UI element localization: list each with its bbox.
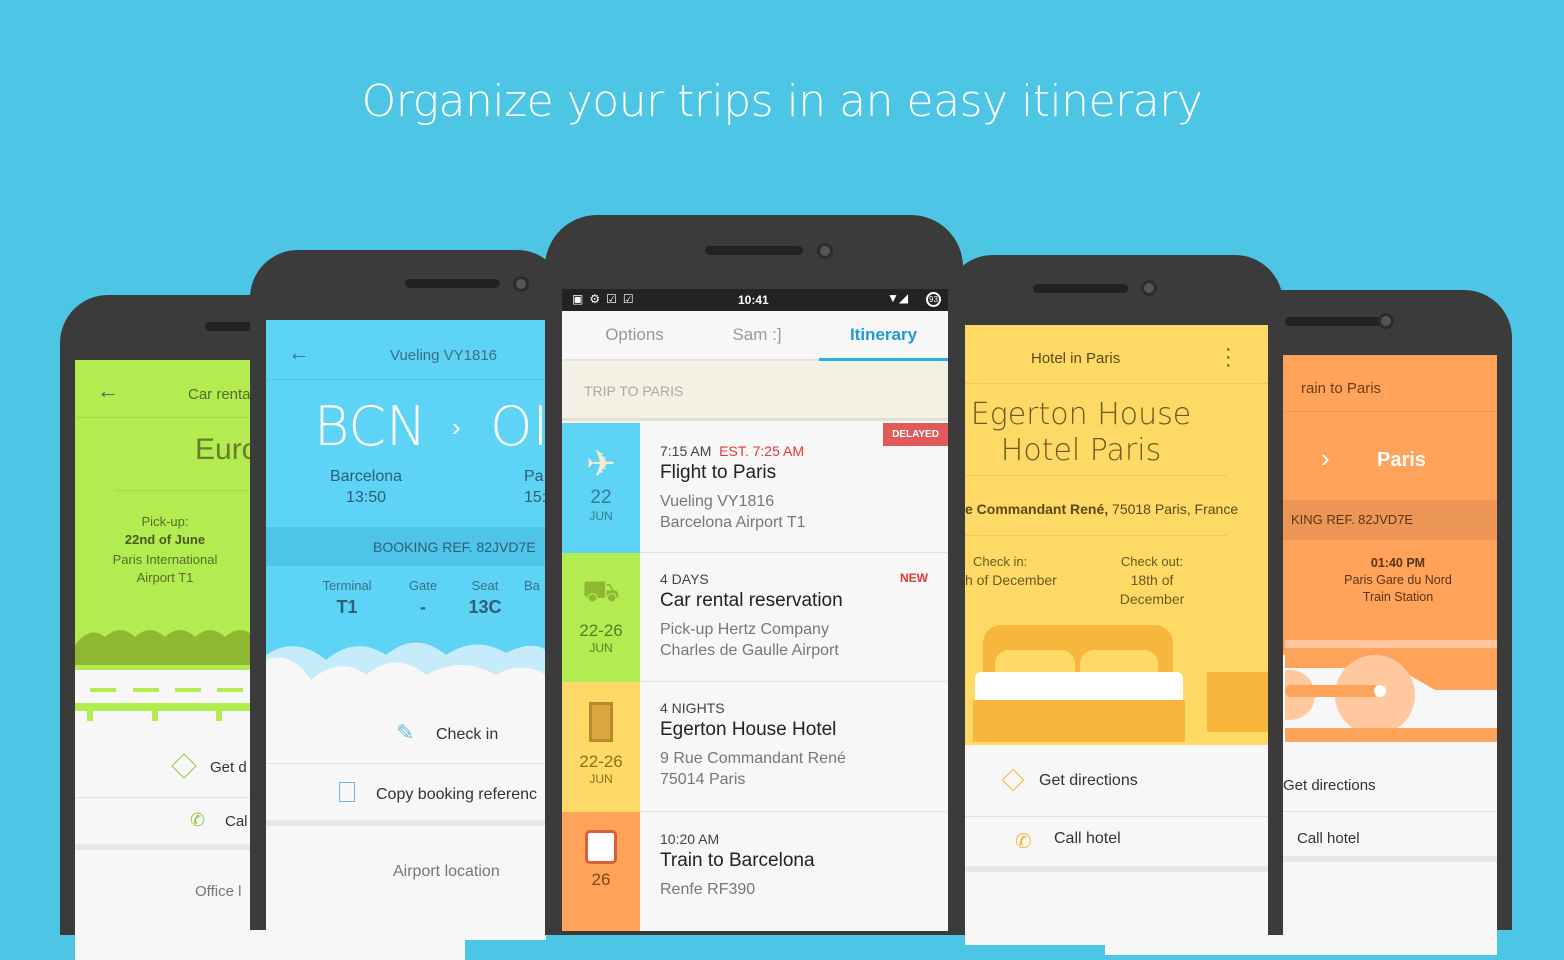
phone-hotel: Hotel in Paris · · · Egerton House Hotel P… [945,255,1283,945]
route-chevron-icon: › [452,412,461,442]
pickup-date: 22nd of June [124,532,206,547]
detail-gate: Gate - [408,578,438,617]
estimated-time: EST. 7:25 AM [719,443,804,459]
back-arrow-icon[interactable]: ← [288,340,310,366]
screen-title: Vueling VY1816 [390,347,498,364]
itinerary-item-flight[interactable]: ✈ 22 JUN DELAYED 7:15 AM EST. 7:25 AM Fl… [562,423,948,553]
pickup-label: Pick-up: [141,514,189,529]
route-chevron-icon: › [1321,443,1330,473]
tab-sam[interactable]: Sam :] [692,325,822,345]
checkin-value: h of December [965,572,1057,588]
delayed-badge: DELAYED [883,423,948,446]
copy-icon [339,782,355,802]
screen-title: Car renta [188,386,251,403]
detail-terminal: Terminal T1 [322,578,372,617]
from-time: 13:50 [345,489,387,506]
to-time: 15: [524,489,546,506]
checkin-label: Check in: [973,554,1028,569]
bed-illustration [973,625,1268,742]
car-icon: ⛟ [582,575,620,608]
phone-icon: ✆ [1015,831,1032,853]
arrival-time: 01:40 PM [1370,556,1426,570]
airport-location-button[interactable]: Airport location [393,863,500,881]
check-in-button[interactable]: ✎ Check in [266,702,546,764]
ticket-icon: ✎ [396,720,415,745]
itinerary-item-train[interactable]: 26 10:20 AM Train to Barcelona Renfe RF3… [562,812,948,931]
more-options-icon[interactable]: · · · [1225,339,1232,375]
tab-options[interactable]: Options [562,325,707,345]
detail-seat: Seat 13C [468,578,502,617]
copy-booking-reference-button[interactable]: Copy booking referenc [266,764,546,826]
clouds-illustration [266,642,546,705]
new-badge: NEW [900,571,928,585]
itinerary-item-hotel[interactable]: 22-26 JUN 4 NIGHTS Egerton House Hotel 9… [562,682,948,812]
wifi-signal-icon: ▼◢ [887,291,909,305]
headline: Organize your trips in an easy itinerary [361,76,1203,127]
arrival-station: Paris Gare du Nord Train Station [1344,573,1452,604]
battery-icon: 93 [926,292,941,307]
to-city: Paris [1377,449,1426,471]
train-illustration [1285,640,1497,742]
checkout-value: 18th of December [1119,572,1185,607]
call-hotel-button[interactable]: ✆ Call hotel [965,817,1268,872]
to-code: OI [490,395,546,458]
phone-itinerary: ▣⚙☑☑ 10:41 ▼◢ 93 Options Sam :] Itinerar… [545,215,963,935]
notification-icons: ▣⚙☑☑ [572,292,640,306]
phone-flight: ← Vueling VY1816 BCN › OI Barcelona 13:5… [250,250,565,940]
hotel-name-line1: Egerton House [970,397,1192,432]
hotel-icon [589,702,613,742]
from-code: BCN [314,395,427,458]
train-icon [585,830,617,864]
pickup-place: Paris International Airport T1 [112,552,218,585]
phone-icon: ✆ [190,810,206,830]
detail-baggage: Ba [524,578,540,593]
directions-icon [171,753,197,779]
office-location-button[interactable]: Office l [195,883,241,900]
status-bar: ▣⚙☑☑ 10:41 ▼◢ 93 [562,289,948,311]
tab-itinerary[interactable]: Itinerary [819,325,948,361]
hotel-name-line2: Hotel Paris [1000,433,1162,468]
tab-bar: Options Sam :] Itinerary [562,311,948,361]
get-directions-button[interactable]: Get directions [965,745,1268,817]
to-city: Pa [524,468,544,485]
checkout-label: Check out: [1120,554,1184,569]
from-city: Barcelona [329,468,403,485]
screen-title: Hotel in Paris [1031,350,1121,367]
itinerary-item-car[interactable]: ⛟ 22-26 JUN NEW 4 DAYS Car rental reserv… [562,553,948,682]
airplane-icon: ✈ [585,443,617,484]
section-header: TRIP TO PARIS [562,361,948,421]
hotel-address: e Commandant René, 75018 Paris, France [965,501,1239,517]
directions-icon [1001,768,1025,792]
status-time: 10:41 [738,293,769,307]
company-name: Euro [195,433,259,466]
booking-ref-band: BOOKING REF. 82JVD7E [266,527,546,566]
back-arrow-icon[interactable]: ← [97,378,119,404]
screen-title: rain to Paris [1301,380,1382,397]
